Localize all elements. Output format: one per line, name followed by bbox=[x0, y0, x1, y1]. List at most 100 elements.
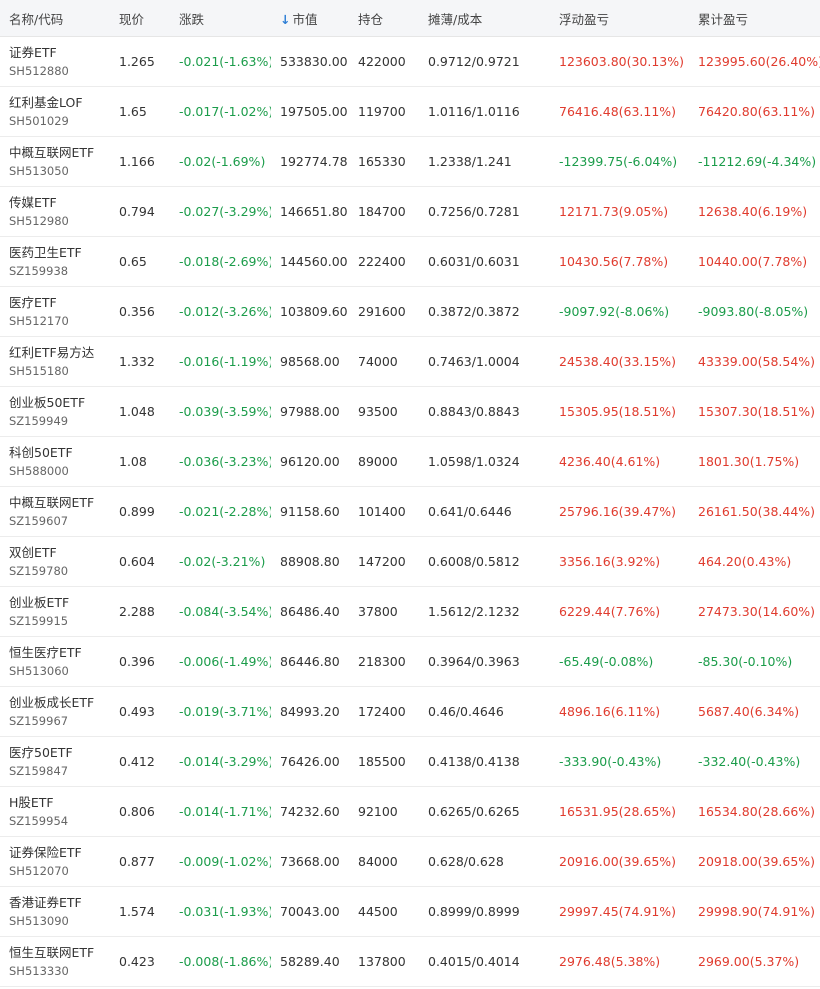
security-name[interactable]: 医疗ETF bbox=[9, 293, 110, 312]
floating-pl-cell: 16531.95(28.65%) bbox=[550, 786, 689, 837]
market-value-cell: 98568.00 bbox=[271, 336, 349, 387]
security-name[interactable]: 科创50ETF bbox=[9, 443, 110, 462]
security-cell[interactable]: 医药卫生ETF SZ159938 bbox=[0, 236, 110, 287]
security-name[interactable]: 证券保险ETF bbox=[9, 843, 110, 862]
security-cell[interactable]: 中概互联网ETF SZ159607 bbox=[0, 486, 110, 537]
table-row[interactable]: 证券保险ETF SH512070 0.877 -0.009(-1.02%) 73… bbox=[0, 836, 820, 887]
table-row[interactable]: 科创50ETF SH588000 1.08 -0.036(-3.23%) 961… bbox=[0, 436, 820, 487]
security-cell[interactable]: 红利ETF易方达 SH515180 bbox=[0, 336, 110, 387]
total-pl-cell: 464.20(0.43%) bbox=[689, 536, 820, 587]
security-name[interactable]: 双创ETF bbox=[9, 543, 110, 562]
position-cell: 37800 bbox=[349, 586, 419, 637]
market-value-cell: 88908.80 bbox=[271, 536, 349, 587]
security-cell[interactable]: 恒生互联网ETF SH513330 bbox=[0, 936, 110, 987]
security-name[interactable]: H股ETF bbox=[9, 793, 110, 812]
cost-cell: 0.8843/0.8843 bbox=[419, 386, 550, 437]
price-cell: 1.332 bbox=[110, 336, 170, 387]
security-name[interactable]: 创业板成长ETF bbox=[9, 693, 110, 712]
table-row[interactable]: 香港证券ETF SH513090 1.574 -0.031(-1.93%) 70… bbox=[0, 886, 820, 937]
market-value-cell: 192774.78 bbox=[271, 136, 349, 187]
security-cell[interactable]: 红利基金LOF SH501029 bbox=[0, 86, 110, 137]
security-name[interactable]: 中概互联网ETF bbox=[9, 143, 110, 162]
security-cell[interactable]: 双创ETF SZ159780 bbox=[0, 536, 110, 587]
security-cell[interactable]: 香港证券ETF SH513090 bbox=[0, 886, 110, 937]
security-name[interactable]: 中概互联网ETF bbox=[9, 493, 110, 512]
table-row[interactable]: 传媒ETF SH512980 0.794 -0.027(-3.29%) 1466… bbox=[0, 186, 820, 237]
table-row[interactable]: 创业板50ETF SZ159949 1.048 -0.039(-3.59%) 9… bbox=[0, 386, 820, 437]
table-row[interactable]: H股ETF SZ159954 0.806 -0.014(-1.71%) 7423… bbox=[0, 786, 820, 837]
floating-pl-cell: 29997.45(74.91%) bbox=[550, 886, 689, 937]
column-header-total-pl[interactable]: 累计盈亏 bbox=[689, 0, 820, 37]
table-row[interactable]: 恒生医疗ETF SH513060 0.396 -0.006(-1.49%) 86… bbox=[0, 636, 820, 687]
total-pl-cell: 20918.00(39.65%) bbox=[689, 836, 820, 887]
security-name[interactable]: 红利ETF易方达 bbox=[9, 343, 110, 362]
total-pl-cell: 5687.40(6.34%) bbox=[689, 686, 820, 737]
security-name[interactable]: 红利基金LOF bbox=[9, 93, 110, 112]
cost-cell: 0.7463/1.0004 bbox=[419, 336, 550, 387]
change-cell: -0.014(-1.71%) bbox=[170, 786, 271, 837]
security-name[interactable]: 医药卫生ETF bbox=[9, 243, 110, 262]
table-row[interactable]: 红利ETF易方达 SH515180 1.332 -0.016(-1.19%) 9… bbox=[0, 336, 820, 387]
header-row: 名称/代码 现价 涨跌 ↓ 市值 持仓 摊薄/成本 浮动盈亏 累计盈亏 bbox=[0, 0, 820, 37]
column-header-market-value[interactable]: ↓ 市值 bbox=[271, 0, 349, 37]
price-cell: 1.08 bbox=[110, 436, 170, 487]
security-name[interactable]: 创业板ETF bbox=[9, 593, 110, 612]
floating-pl-cell: 123603.80(30.13%) bbox=[550, 36, 689, 87]
security-cell[interactable]: 中概互联网ETF SH513050 bbox=[0, 136, 110, 187]
cost-cell: 1.5612/2.1232 bbox=[419, 586, 550, 637]
column-header-cost[interactable]: 摊薄/成本 bbox=[419, 0, 550, 37]
market-value-cell: 86446.80 bbox=[271, 636, 349, 687]
security-name[interactable]: 恒生互联网ETF bbox=[9, 943, 110, 962]
table-row[interactable]: 中概互联网ETF SH513050 1.166 -0.02(-1.69%) 19… bbox=[0, 136, 820, 187]
security-name[interactable]: 创业板50ETF bbox=[9, 393, 110, 412]
security-name[interactable]: 传媒ETF bbox=[9, 193, 110, 212]
security-cell[interactable]: 创业板成长ETF SZ159967 bbox=[0, 686, 110, 737]
security-cell[interactable]: 医疗ETF SH512170 bbox=[0, 286, 110, 337]
column-header-change[interactable]: 涨跌 bbox=[170, 0, 271, 37]
security-name[interactable]: 医疗50ETF bbox=[9, 743, 110, 762]
security-cell[interactable]: 创业板50ETF SZ159949 bbox=[0, 386, 110, 437]
security-cell[interactable]: 恒生医疗ETF SH513060 bbox=[0, 636, 110, 687]
column-header-name-code[interactable]: 名称/代码 bbox=[0, 0, 110, 37]
table-row[interactable]: 医疗ETF SH512170 0.356 -0.012(-3.26%) 1038… bbox=[0, 286, 820, 337]
price-cell: 0.899 bbox=[110, 486, 170, 537]
market-value-cell: 533830.00 bbox=[271, 36, 349, 87]
security-cell[interactable]: 证券保险ETF SH512070 bbox=[0, 836, 110, 887]
change-cell: -0.02(-3.21%) bbox=[170, 536, 271, 587]
cost-cell: 0.9712/0.9721 bbox=[419, 36, 550, 87]
security-cell[interactable]: 医疗50ETF SZ159847 bbox=[0, 736, 110, 787]
security-name[interactable]: 香港证券ETF bbox=[9, 893, 110, 912]
security-code: SH588000 bbox=[9, 463, 69, 478]
security-cell[interactable]: 创业板ETF SZ159915 bbox=[0, 586, 110, 637]
table-row[interactable]: 证券ETF SH512880 1.265 -0.021(-1.63%) 5338… bbox=[0, 36, 820, 87]
column-header-label: 市值 bbox=[292, 11, 318, 27]
column-header-price[interactable]: 现价 bbox=[110, 0, 170, 37]
security-cell[interactable]: H股ETF SZ159954 bbox=[0, 786, 110, 837]
market-value-cell: 197505.00 bbox=[271, 86, 349, 137]
cost-cell: 1.2338/1.241 bbox=[419, 136, 550, 187]
security-name[interactable]: 恒生医疗ETF bbox=[9, 643, 110, 662]
security-cell[interactable]: 传媒ETF SH512980 bbox=[0, 186, 110, 237]
table-row[interactable]: 双创ETF SZ159780 0.604 -0.02(-3.21%) 88908… bbox=[0, 536, 820, 587]
table-row[interactable]: 红利基金LOF SH501029 1.65 -0.017(-1.02%) 197… bbox=[0, 86, 820, 137]
table-row[interactable]: 恒生互联网ETF SH513330 0.423 -0.008(-1.86%) 5… bbox=[0, 936, 820, 987]
security-cell[interactable]: 证券ETF SH512880 bbox=[0, 36, 110, 87]
security-code: SH515180 bbox=[9, 363, 69, 378]
table-row[interactable]: 中概互联网ETF SZ159607 0.899 -0.021(-2.28%) 9… bbox=[0, 486, 820, 537]
floating-pl-cell: 24538.40(33.15%) bbox=[550, 336, 689, 387]
table-row[interactable]: 医药卫生ETF SZ159938 0.65 -0.018(-2.69%) 144… bbox=[0, 236, 820, 287]
position-cell: 165330 bbox=[349, 136, 419, 187]
security-cell[interactable]: 科创50ETF SH588000 bbox=[0, 436, 110, 487]
price-cell: 0.794 bbox=[110, 186, 170, 237]
total-pl-cell: -11212.69(-4.34%) bbox=[689, 136, 820, 187]
column-header-floating-pl[interactable]: 浮动盈亏 bbox=[550, 0, 689, 37]
column-header-position[interactable]: 持仓 bbox=[349, 0, 419, 37]
total-pl-cell: 12638.40(6.19%) bbox=[689, 186, 820, 237]
security-name[interactable]: 证券ETF bbox=[9, 43, 110, 62]
position-cell: 185500 bbox=[349, 736, 419, 787]
table-row[interactable]: 医疗50ETF SZ159847 0.412 -0.014(-3.29%) 76… bbox=[0, 736, 820, 787]
column-header-label: 涨跌 bbox=[179, 11, 205, 27]
price-cell: 2.288 bbox=[110, 586, 170, 637]
table-row[interactable]: 创业板ETF SZ159915 2.288 -0.084(-3.54%) 864… bbox=[0, 586, 820, 637]
table-row[interactable]: 创业板成长ETF SZ159967 0.493 -0.019(-3.71%) 8… bbox=[0, 686, 820, 737]
